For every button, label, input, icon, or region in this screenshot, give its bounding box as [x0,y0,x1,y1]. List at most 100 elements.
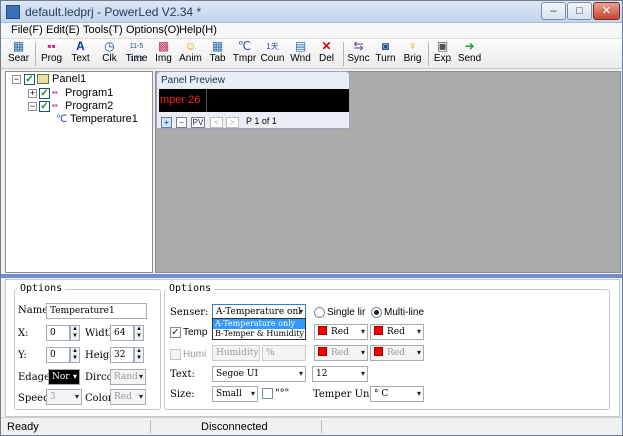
next-page-button[interactable]: > [226,117,239,128]
menu-options[interactable]: Options(O) [126,24,180,36]
toolbar-search-button[interactable]: ▦ Sear [5,40,32,68]
counter-icon: 1天 [266,42,279,51]
direction-select-value: Rand [114,372,138,382]
app-window: default.ledprj - PowerLed V2.34 * – □ ✕ … [0,0,623,436]
y-input[interactable]: 0 [46,347,70,363]
toolbar-delete-button[interactable]: ✕ Del [313,40,340,68]
title-bar: default.ledprj - PowerLed V2.34 * – □ ✕ [1,1,622,23]
toolbar-turn-button[interactable]: ◙ Turn [372,40,399,68]
prev-page-button[interactable]: < [210,117,223,128]
collapse-program2-toggle[interactable]: − [28,102,37,111]
app-icon [6,5,20,19]
close-button[interactable]: ✕ [593,2,620,20]
toolbar-animation-button[interactable]: ☺ Anim [177,40,204,68]
degree-symbol-checkbox[interactable] [262,388,273,399]
font-select[interactable]: Segoe UI ▾ [212,366,306,382]
font-size-select[interactable]: 12 ▾ [312,366,368,382]
program1-checkbox[interactable]: ✓ [39,88,50,99]
multi-line-radio[interactable] [371,307,382,318]
single-line-radio[interactable] [314,307,325,318]
toolbar-send-button[interactable]: ➜ Send [456,40,483,68]
color-label: Color [85,393,113,404]
toolbar-counter-button[interactable]: 1天 Coun [259,40,286,68]
time-icon: 11-5 12:3 [129,43,144,63]
width-spinner[interactable]: ▲ ▼ [134,325,144,341]
humidity-unit-input[interactable]: % [262,345,306,361]
x-input[interactable]: 0 [46,325,70,341]
multi-line-label: Multi-line [384,307,425,318]
humidity-color-select[interactable]: Red ▾ [314,345,368,361]
chevron-down-icon: ▾ [360,369,365,378]
collapse-panel-toggle[interactable]: − [12,75,21,84]
options-group-label: Options [166,283,215,294]
humidity-checkbox[interactable] [170,349,181,360]
toolbar-table-button[interactable]: ▦ Tab [204,40,231,68]
height-spinner[interactable]: ▲ ▼ [134,347,144,363]
maximize-button[interactable]: □ [567,2,592,20]
clock-icon: ◷ [104,39,115,53]
toolbar-export-button[interactable]: ▣ Exp [429,40,456,68]
zoom-out-button[interactable]: − [176,117,187,128]
tree-node-panel1[interactable]: Panel1 [52,73,86,85]
toolbar-temperature-button[interactable]: ℃ Tmpr [231,40,258,68]
height-input[interactable]: 32 [110,347,134,363]
toolbar-time-button[interactable]: 11-5 12:3 Time [123,40,150,68]
y-spinner[interactable]: ▲ ▼ [70,347,80,363]
menu-edit[interactable]: Edit(E) [46,24,80,36]
humidity-bg-color-select[interactable]: Red ▾ [370,345,424,361]
toolbar-clock-button[interactable]: ◷ Clk [96,40,123,68]
sensor-option-temperature-only[interactable]: A-Temperature only [213,319,305,329]
panel-preview-window[interactable]: Panel Preview mper 26 + − PV < > P 1 of … [156,71,350,129]
pv-button[interactable]: PV [191,117,205,128]
led-divider [206,89,207,112]
toolbar-brightness-button[interactable]: ♀ Brig [399,40,426,68]
red-swatch [374,326,383,335]
menu-tools[interactable]: Tools(T) [83,24,123,36]
splitter-bar[interactable] [1,274,622,278]
red-swatch [318,326,327,335]
temper-unit-select[interactable]: ° C ▾ [370,386,424,402]
tree-node-program1[interactable]: Program1 [65,87,113,99]
toolbar-image-button[interactable]: ▩ Img [150,40,177,68]
toolbar: ▦ Sear ▪▪ Prog A Text ◷ Clk 11-5 12:3 Tim… [1,39,622,69]
name-input[interactable]: Temperature1 [46,303,147,319]
width-input[interactable]: 64 [110,325,134,341]
temp-color-select[interactable]: Red ▾ [314,324,368,340]
turn-icon: ◙ [381,39,390,53]
temp-checkbox[interactable]: ✓ [170,327,181,338]
zoom-in-button[interactable]: + [161,117,172,128]
size-select[interactable]: Small ▾ [212,386,258,402]
toolbar-sync-button[interactable]: ⇆ Sync [345,40,372,68]
tree-node-temperature1[interactable]: Temperature1 [70,113,138,125]
temp-bg-color-select[interactable]: Red ▾ [370,324,424,340]
page-indicator: P 1 of 1 [246,116,277,126]
humidity-bg-color-value: Red [387,348,405,358]
search-icon: ▦ [12,39,25,53]
edge-select[interactable]: Nor ▾ [48,369,80,385]
toolbar-text-button[interactable]: A Text [67,40,94,68]
menu-bar: File(F) Edit(E) Tools(T) Options(O) Help… [1,23,622,39]
chevron-down-icon: ▾ [298,369,303,378]
x-spinner[interactable]: ▲ ▼ [70,325,80,341]
humidity-text-input[interactable]: Humidity [212,345,260,361]
direction-select[interactable]: Rand ▾ [110,369,146,385]
speed-select[interactable]: 3 ▾ [46,389,82,405]
expand-program1-toggle[interactable]: + [28,89,37,98]
chevron-down-icon: ▾ [138,392,143,401]
toolbar-window-button[interactable]: ▤ Wnd [287,40,314,68]
menu-help[interactable]: Help(H) [179,24,217,36]
chevron-down-icon: ▾ [416,348,421,357]
delete-icon: ✕ [321,39,332,53]
send-icon: ➜ [464,39,475,53]
window-icon: ▤ [294,39,307,53]
toolbar-program-button[interactable]: ▪▪ Prog [38,40,65,68]
smiley-icon: ☺ [184,39,197,53]
chevron-down-icon: ▾ [74,392,79,401]
tree-node-program2[interactable]: Program2 [65,100,113,112]
panel-checkbox[interactable]: ✓ [24,74,35,85]
menu-file[interactable]: File(F) [11,24,43,36]
color-select[interactable]: Red ▾ [110,389,146,405]
sensor-option-temper-humidity[interactable]: B-Temper & Humidity [213,329,305,339]
minimize-button[interactable]: – [541,2,566,20]
program2-checkbox[interactable]: ✓ [39,101,50,112]
